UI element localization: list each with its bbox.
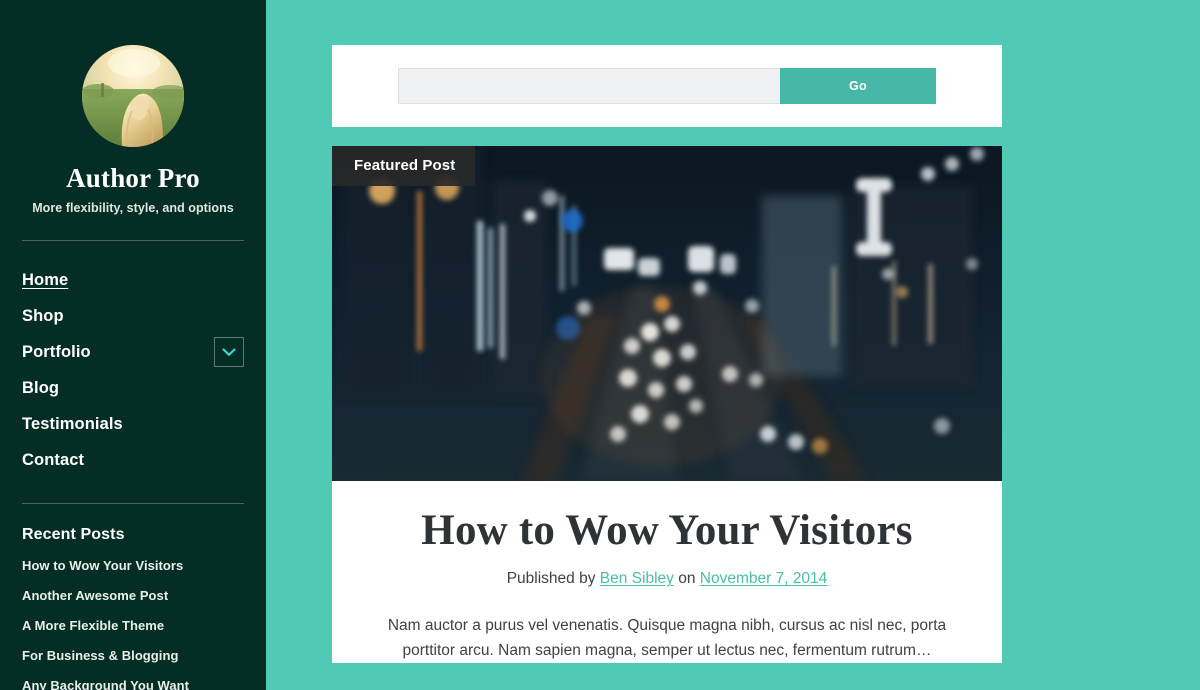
recent-post-link[interactable]: Any Background You Want <box>22 678 189 690</box>
nav-link-shop[interactable]: Shop <box>22 307 64 326</box>
divider-middle <box>22 503 244 504</box>
nav-link-testimonials[interactable]: Testimonials <box>22 415 123 434</box>
site-tagline: More flexibility, style, and options <box>32 201 234 215</box>
sidebar: Author Pro More flexibility, style, and … <box>0 0 266 690</box>
featured-post-badge: Featured Post <box>332 146 476 186</box>
avatar-container <box>22 45 244 147</box>
nav-link-home[interactable]: Home <box>22 271 68 290</box>
date-link[interactable]: November 7, 2014 <box>700 570 828 587</box>
primary-navigation: Home Shop Portfolio Blog Testimonials Co… <box>22 262 244 478</box>
nav-item-shop[interactable]: Shop <box>22 298 244 334</box>
nav-link-portfolio[interactable]: Portfolio <box>22 343 91 362</box>
article-body: How to Wow Your Visitors Published by Be… <box>332 481 1002 663</box>
chevron-down-icon[interactable] <box>214 337 244 367</box>
list-item[interactable]: Another Awesome Post <box>22 587 244 605</box>
search-form: Go <box>332 45 1002 127</box>
divider-top <box>22 240 244 241</box>
recent-posts-heading: Recent Posts <box>22 526 125 543</box>
featured-post-image[interactable]: Featured Post <box>332 146 1002 481</box>
main-content: Go Featured Post How to Wow Your Visitor… <box>332 0 1002 664</box>
entry-meta: Published by Ben Sibley on November 7, 2… <box>387 570 947 588</box>
page-title: How to Wow Your Visitors <box>387 507 947 555</box>
site-title: Author Pro <box>66 163 200 193</box>
nav-item-blog[interactable]: Blog <box>22 370 244 406</box>
list-item[interactable]: For Business & Blogging <box>22 647 244 665</box>
nav-item-contact[interactable]: Contact <box>22 442 244 478</box>
nav-item-home[interactable]: Home <box>22 262 244 298</box>
recent-post-link[interactable]: How to Wow Your Visitors <box>22 558 183 573</box>
recent-post-link[interactable]: A More Flexible Theme <box>22 618 164 633</box>
author-link[interactable]: Ben Sibley <box>600 570 674 587</box>
recent-post-link[interactable]: Another Awesome Post <box>22 588 168 603</box>
recent-posts-list: How to Wow Your Visitors Another Awesome… <box>22 557 244 690</box>
list-item[interactable]: A More Flexible Theme <box>22 617 244 635</box>
list-item[interactable]: How to Wow Your Visitors <box>22 557 244 575</box>
entry-title-link[interactable]: How to Wow Your Visitors <box>421 507 912 554</box>
nav-item-testimonials[interactable]: Testimonials <box>22 406 244 442</box>
nav-link-contact[interactable]: Contact <box>22 451 84 470</box>
meta-on-word: on <box>678 570 696 588</box>
recent-post-link[interactable]: For Business & Blogging <box>22 648 178 663</box>
nav-link-blog[interactable]: Blog <box>22 379 59 398</box>
avatar <box>82 45 184 147</box>
search-input[interactable] <box>398 68 780 104</box>
entry-summary: Nam auctor a purus vel venenatis. Quisqu… <box>387 617 947 660</box>
nav-item-portfolio[interactable]: Portfolio <box>22 334 244 370</box>
search-submit-button[interactable]: Go <box>780 68 936 104</box>
list-item[interactable]: Any Background You Want <box>22 677 244 690</box>
published-prefix: Published by <box>506 570 596 588</box>
featured-post-article: Featured Post How to Wow Your Visitors P… <box>332 146 1002 664</box>
